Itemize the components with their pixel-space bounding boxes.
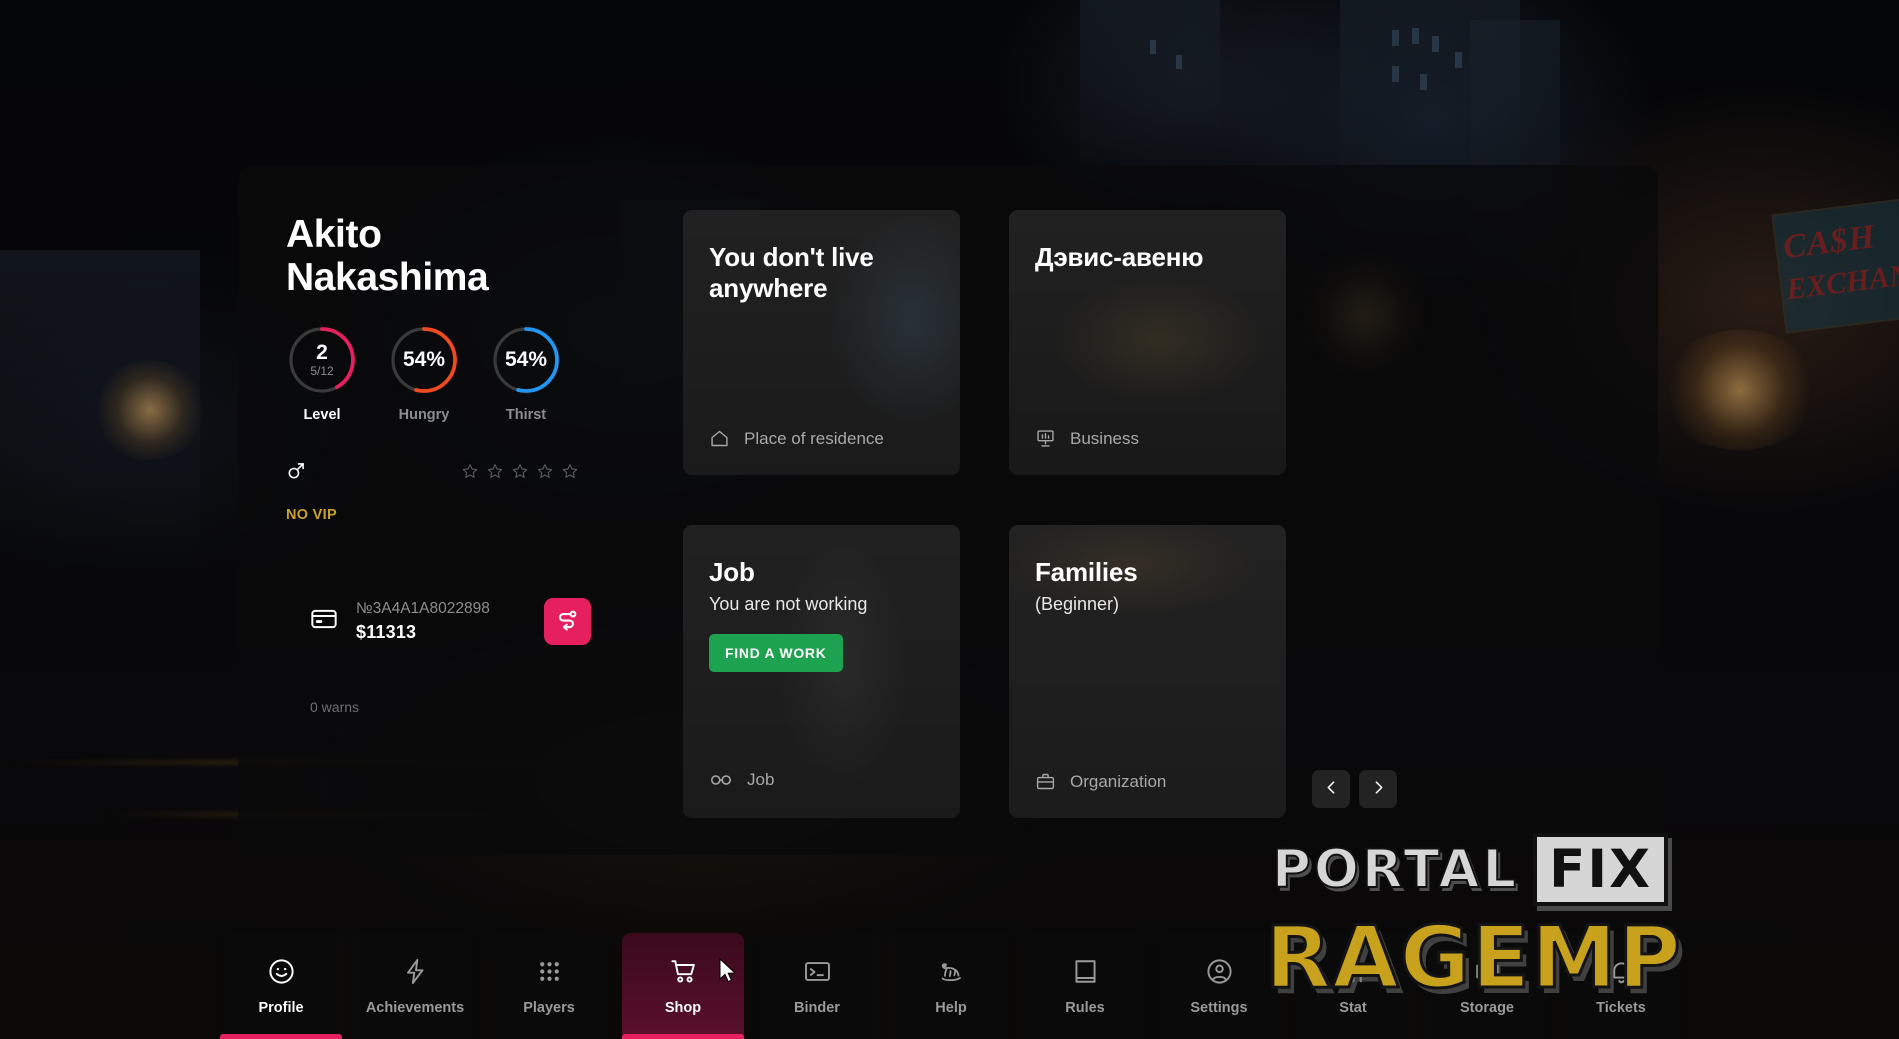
nav-label-rules: Rules	[1065, 999, 1105, 1016]
star-icon	[562, 463, 578, 484]
nav-item-achievements[interactable]: Achievements	[354, 933, 476, 1039]
nav-label-profile: Profile	[258, 999, 304, 1016]
bell-icon	[1607, 957, 1636, 986]
profile-left-column: Akito Nakashima 2 5/12 Level 54% Hungry …	[286, 213, 676, 814]
residence-title: You don't live anywhere	[709, 242, 874, 303]
nav-label-shop: Shop	[664, 999, 702, 1016]
star-icon	[487, 463, 503, 484]
glasses-icon	[709, 768, 733, 792]
nav-label-storage: Storage	[1460, 999, 1514, 1016]
thirst-label: Thirst	[505, 406, 547, 423]
box-icon	[1473, 957, 1502, 986]
thirst-value: 54%	[504, 347, 548, 371]
star-icon	[462, 463, 478, 484]
bottom-navigation-bar: Profile Achievements Players Shop Binder…	[220, 933, 1682, 1039]
families-title: Families	[1035, 557, 1138, 587]
families-footer: Organization	[1035, 771, 1166, 792]
nav-item-settings[interactable]: Settings	[1158, 933, 1280, 1039]
sign-line-1: CA$H	[1781, 218, 1878, 267]
warns-count: 0 warns	[310, 699, 360, 715]
stat-level: 2 5/12 Level	[286, 324, 358, 423]
chevron-right-icon	[1370, 779, 1387, 799]
nav-label-stat: Stat	[1339, 999, 1367, 1016]
stat-thirst: 54% Thirst	[490, 324, 562, 423]
cash-exchange-sign: CA$H EXCHANGE	[1771, 196, 1899, 334]
card-number: №3A4A1A8022898	[356, 599, 490, 617]
hungry-value: 54%	[402, 347, 446, 371]
card-job[interactable]: Job You are not working FIND A WORK Job	[683, 525, 960, 818]
player-name: Akito Nakashima	[286, 213, 489, 299]
chevron-left-icon	[1323, 779, 1340, 799]
terminal-icon	[803, 957, 832, 986]
presentation-chart-icon	[1035, 428, 1056, 449]
nav-item-binder[interactable]: Binder	[756, 933, 878, 1039]
nav-item-stat[interactable]: Stat	[1292, 933, 1414, 1039]
card-business[interactable]: Дэвис-авеню Business	[1009, 210, 1286, 475]
briefcase-icon	[1035, 771, 1056, 792]
pager-prev-button[interactable]	[1312, 770, 1350, 808]
nav-label-players: Players	[523, 999, 575, 1016]
home-icon	[709, 428, 730, 449]
pager-next-button[interactable]	[1359, 770, 1397, 808]
level-sub: 5/12	[310, 364, 334, 378]
nav-item-storage[interactable]: Storage	[1426, 933, 1548, 1039]
male-icon	[286, 461, 312, 486]
bar-chart-icon	[1339, 957, 1368, 986]
nav-item-tickets[interactable]: Tickets	[1560, 933, 1682, 1039]
game-ui-screen: CA$H EXCHANGE Akito Nakashima 2 5/12 Lev…	[0, 0, 1899, 1039]
gender-and-rating-row	[286, 463, 676, 485]
residence-footer: Place of residence	[709, 428, 884, 449]
grid-dots-icon	[535, 957, 564, 986]
card-balance: $11313	[356, 621, 417, 642]
business-footer-label: Business	[1070, 428, 1139, 448]
job-footer-label: Job	[747, 770, 775, 789]
card-families[interactable]: Families (Beginner) Organization	[1009, 525, 1286, 818]
job-footer: Job	[709, 768, 774, 792]
nav-label-binder: Binder	[794, 999, 840, 1016]
level-value: 2	[316, 340, 328, 364]
families-rank: (Beginner)	[1035, 593, 1120, 614]
business-footer: Business	[1035, 428, 1139, 449]
star-icon	[512, 463, 528, 484]
shopping-cart-icon	[669, 957, 698, 986]
money-transfer-button[interactable]	[543, 598, 591, 645]
hungry-progress-ring: 54%	[388, 324, 460, 396]
business-title: Дэвис-авеню	[1035, 242, 1204, 272]
rating-stars	[462, 463, 578, 484]
stat-hungry: 54% Hungry	[388, 324, 460, 423]
nav-item-help[interactable]: Help	[890, 933, 1012, 1039]
cards-pager	[1312, 770, 1397, 808]
player-stats-row: 2 5/12 Level 54% Hungry 54% Thirst	[286, 324, 676, 423]
vip-status-badge: NO VIP	[286, 506, 337, 523]
credit-card-icon	[310, 605, 338, 638]
card-residence[interactable]: You don't live anywhere Place of residen…	[683, 210, 960, 475]
thirst-progress-ring: 54%	[490, 324, 562, 396]
nav-item-players[interactable]: Players	[488, 933, 610, 1039]
nav-label-tickets: Tickets	[1596, 999, 1646, 1016]
level-label: Level	[303, 406, 341, 423]
level-progress-ring: 2 5/12	[286, 324, 358, 396]
bank-text-group: №3A4A1A8022898 $11313	[356, 599, 490, 644]
smiley-face-icon	[267, 957, 296, 986]
nav-item-profile[interactable]: Profile	[220, 933, 342, 1039]
nav-item-rules[interactable]: Rules	[1024, 933, 1146, 1039]
nav-item-shop[interactable]: Shop	[622, 933, 744, 1039]
lightning-bolt-icon	[401, 957, 430, 986]
bank-card-row: №3A4A1A8022898 $11313	[310, 598, 591, 645]
rocking-horse-icon	[937, 957, 966, 986]
nav-label-achievements: Achievements	[365, 999, 465, 1016]
book-icon	[1071, 957, 1100, 986]
job-title: Job	[709, 557, 755, 587]
money-transfer-icon	[554, 607, 580, 636]
nav-label-help: Help	[935, 999, 967, 1016]
families-footer-label: Organization	[1070, 771, 1167, 791]
job-status: You are not working	[709, 593, 868, 614]
find-a-work-button[interactable]: FIND A WORK	[709, 633, 843, 672]
info-cards-grid: You don't live anywhere Place of residen…	[683, 210, 1286, 818]
residence-footer-label: Place of residence	[744, 428, 884, 448]
user-circle-icon	[1205, 957, 1234, 986]
star-icon	[537, 463, 553, 484]
hungry-label: Hungry	[398, 406, 450, 423]
nav-label-settings: Settings	[1190, 999, 1248, 1016]
